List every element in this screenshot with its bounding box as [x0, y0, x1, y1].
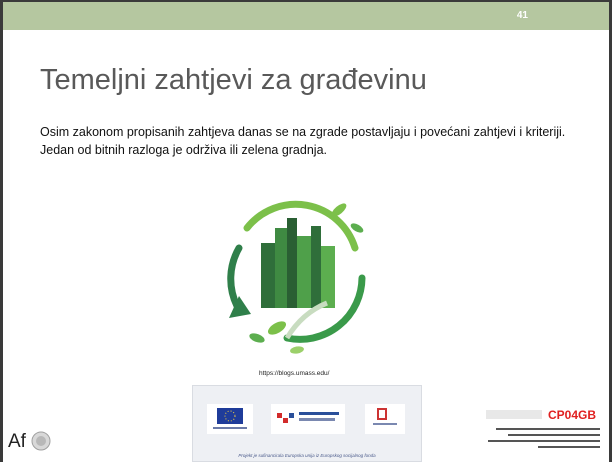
structural-funds-icon [271, 404, 345, 434]
af-logo: Af [8, 431, 26, 452]
eu-flag-icon [207, 404, 253, 434]
banner-caption: Projekt je sufinancirala Europska unija … [238, 453, 376, 458]
slide-number: 41 [516, 10, 528, 21]
svg-text:CP04GB: CP04GB [548, 408, 596, 422]
header-bar: 41 [0, 0, 612, 30]
slide-title: Temeljni zahtjevi za građevinu [40, 64, 427, 96]
slide: 41 Temeljni zahtjevi za građevinu Osim z… [0, 0, 612, 462]
university-seal-icon [31, 431, 51, 451]
ministry-icon [365, 404, 405, 434]
cp04gb-logo: CP04GB [486, 408, 600, 448]
image-source: https://blogs.umass.edu/ [259, 370, 330, 377]
green-city-illustration [227, 200, 366, 354]
slide-body: Osim zakonom propisanih zahtjeva danas s… [40, 124, 580, 160]
frame-left [0, 0, 3, 462]
paragraph: Jedan od bitnih razloga je održiva ili z… [40, 143, 327, 157]
paragraph: Osim zakonom propisanih zahtjeva danas s… [40, 125, 566, 139]
eu-funding-banner: Projekt je sufinancirala Europska unija … [192, 385, 422, 462]
